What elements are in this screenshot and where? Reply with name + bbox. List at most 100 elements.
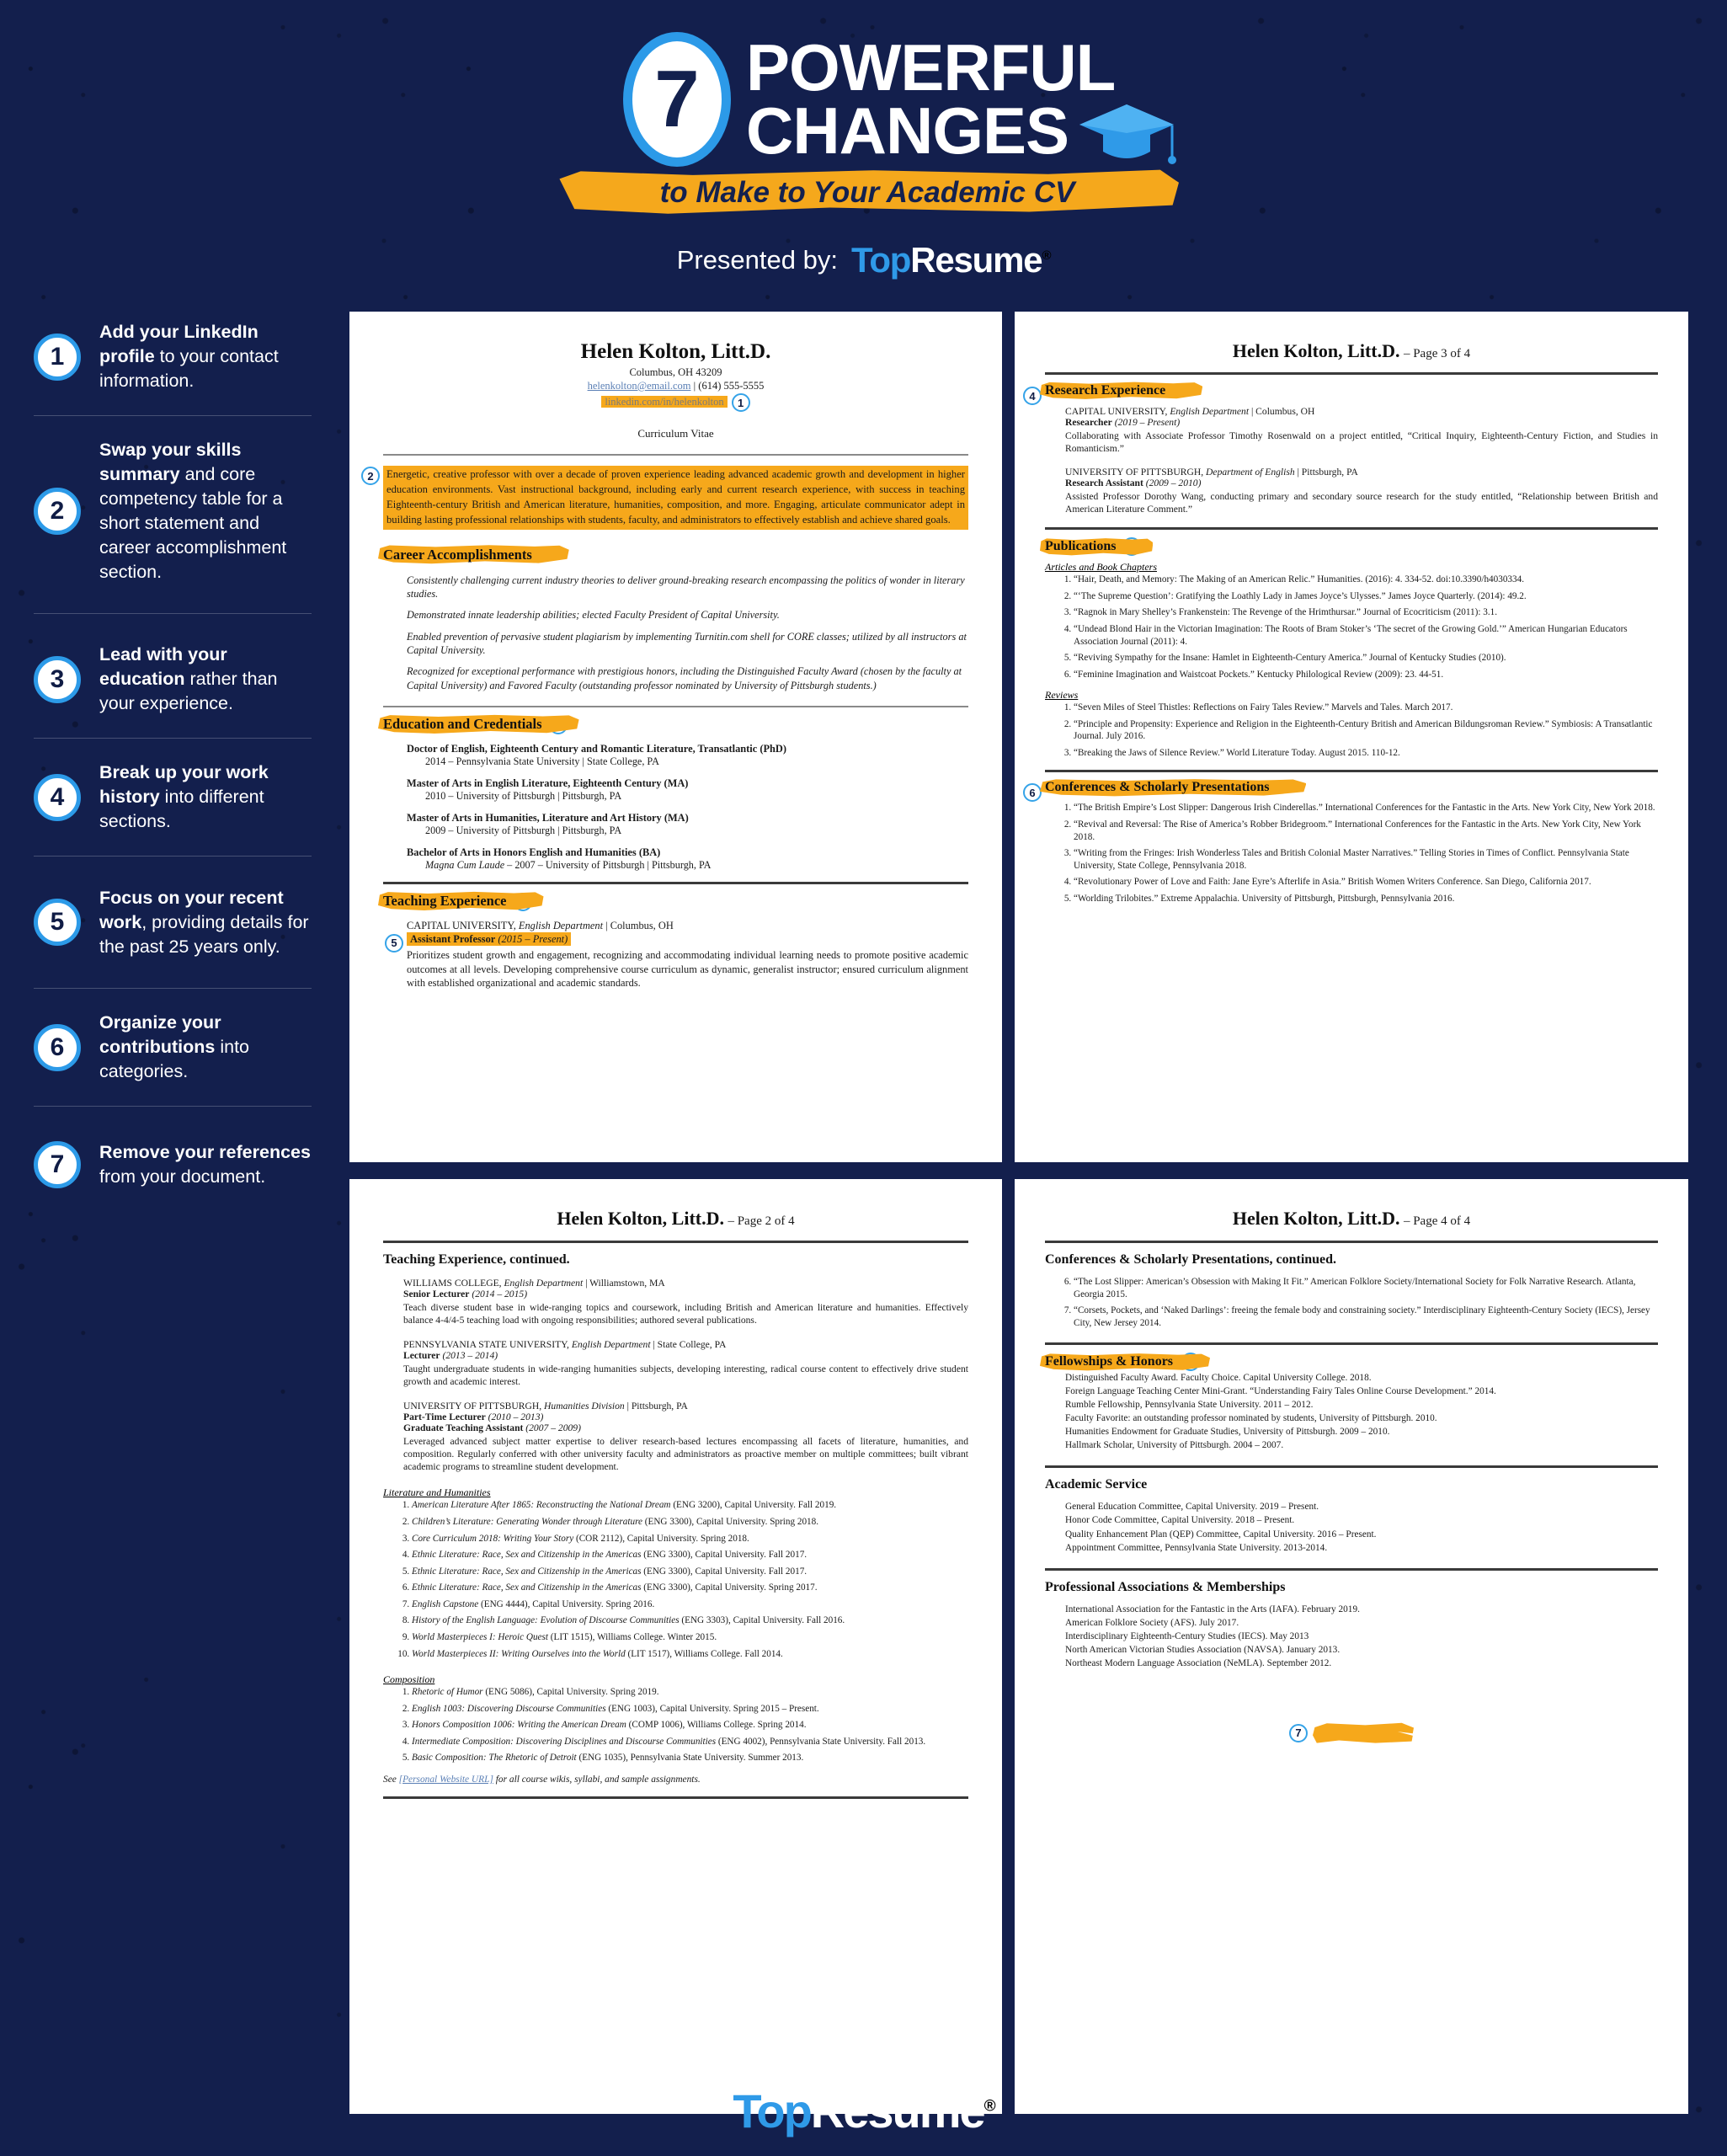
list-item: “Ragnok in Mary Shelley’s Frankenstein: … xyxy=(1074,606,1658,619)
course-title: Rhetoric of Humor xyxy=(412,1687,483,1698)
career-accomplishments-list: Consistently challenging current industr… xyxy=(407,574,968,692)
list-item: Core Curriculum 2018: Writing Your Story… xyxy=(412,1533,968,1545)
role-title-line: Part-Time Lecturer (2010 – 2013) xyxy=(403,1412,968,1422)
role-department: English Department xyxy=(568,1339,651,1351)
course-title: American Literature After 1865: Reconstr… xyxy=(412,1500,671,1511)
tip-text: Focus on your recent work, providing det… xyxy=(99,886,312,959)
list-item: Distinguished Faculty Award. Faculty Cho… xyxy=(1065,1373,1372,1384)
tip-text: Organize your contributions into categor… xyxy=(99,1011,312,1084)
cv-location: Columbus, OH 43209 xyxy=(629,366,722,378)
research-entry: CAPITAL UNIVERSITY, English Department |… xyxy=(1065,406,1658,455)
hero-title-line2: CHANGES xyxy=(746,93,1069,168)
role-dates: (2010 – 2013) xyxy=(485,1412,544,1423)
career-accomplishments-heading-label: Career Accomplishments xyxy=(383,546,532,563)
marker-1-icon: 1 xyxy=(731,393,750,412)
cv-page-1[interactable]: Helen Kolton, Litt.D. Columbus, OH 43209 h… xyxy=(349,312,1002,1162)
role-entry: WILLIAMS COLLEGE, English Department | W… xyxy=(403,1278,968,1326)
conferences-heading: Conferences & Scholarly Presentations xyxy=(1045,780,1269,795)
hero-title-group: 7 POWERFUL CHANGES xyxy=(623,32,1116,168)
career-accomplishments-heading: Career Accomplishments xyxy=(383,547,532,563)
teaching-continued-heading: Teaching Experience, continued. xyxy=(383,1252,570,1267)
role-title: Lecturer xyxy=(403,1350,440,1362)
course-detail: (ENG 1003), Capital University. Spring 2… xyxy=(605,1703,819,1714)
role-title: Researcher xyxy=(1065,417,1112,428)
publications-heading-label: Publications xyxy=(1045,539,1117,554)
tip-number-badge: 1 xyxy=(34,333,81,381)
website-note-suffix: for all course wikis, syllabi, and sampl… xyxy=(493,1774,701,1785)
role-description: Teach diverse student base in wide-rangi… xyxy=(403,1302,968,1326)
associations-heading: Professional Associations & Memberships xyxy=(1045,1579,1286,1594)
course-detail: (LIT 1515), Williams College. Winter 201… xyxy=(547,1631,717,1642)
hero-subtitle: to Make to Your Academic CV xyxy=(659,176,1075,209)
cv-summary-text: Energetic, creative professor with over … xyxy=(383,466,968,530)
role-description: Collaborating with Associate Professor T… xyxy=(1065,430,1658,455)
course-detail: (ENG 3303), Capital University. Fall 201… xyxy=(679,1615,845,1626)
cv-email[interactable]: helenkolton@email.com xyxy=(588,380,691,392)
tip-divider xyxy=(34,613,312,615)
tip-item-6: 6 Organize your contributions into catego… xyxy=(34,1011,312,1084)
personal-website-link[interactable]: [Personal Website URL] xyxy=(399,1774,493,1785)
list-item: American Folklore Society (AFS). July 20… xyxy=(1065,1617,1239,1628)
marker-5-icon: 5 xyxy=(385,933,403,953)
research-experience-heading-label: Research Experience xyxy=(1045,383,1166,398)
list-item: “The British Empire’s Lost Slipper: Dang… xyxy=(1074,802,1658,814)
literature-courses-list: American Literature After 1865: Reconstr… xyxy=(383,1499,968,1660)
conferences-continued-list: “The Lost Slipper: American’s Obsession … xyxy=(1045,1276,1658,1329)
tip-number-badge: 4 xyxy=(34,773,81,821)
role-location: | Pittsburgh, PA xyxy=(1294,467,1358,478)
tip-text-bold: Organize your contributions xyxy=(99,1012,221,1058)
course-title: Children’s Literature: Generating Wonder… xyxy=(412,1517,642,1527)
role-org-line: CAPITAL UNIVERSITY, English Department |… xyxy=(407,920,968,932)
course-title: Ethnic Literature: Race, Sex and Citizen… xyxy=(412,1582,642,1593)
education-entry: Master of Arts in Humanities, Literature… xyxy=(407,812,968,837)
role-title-line: Researcher (2019 – Present) xyxy=(1065,417,1658,428)
list-item: Rumble Fellowship, Pennsylvania State Un… xyxy=(1065,1400,1314,1411)
list-item: Appointment Committee, Pennsylvania Stat… xyxy=(1065,1542,1328,1553)
list-item: Basic Composition: The Rhetoric of Detro… xyxy=(412,1752,968,1764)
tip-number-badge: 2 xyxy=(34,488,81,536)
degree-title: Doctor of English, Eighteenth Century an… xyxy=(407,742,786,755)
course-title: Core Curriculum 2018: Writing Your Story xyxy=(412,1533,574,1544)
logo-top-text: Top xyxy=(850,240,911,280)
roles-list: WILLIAMS COLLEGE, English Department | W… xyxy=(403,1278,968,1473)
role-title: Research Assistant xyxy=(1065,478,1143,489)
course-title: World Masterpieces II: Writing Ourselves… xyxy=(412,1648,626,1659)
course-detail: (COMP 1006), Williams College. Spring 20… xyxy=(626,1720,807,1731)
education-entry: Master of Arts in English Literature, Ei… xyxy=(407,777,968,803)
section-divider xyxy=(383,1241,968,1243)
cv-page-3[interactable]: Helen Kolton, Litt.D. – Page 3 of 4 4 Rese… xyxy=(1015,312,1688,1162)
list-item: American Literature After 1865: Reconstr… xyxy=(412,1499,968,1512)
course-detail: (LIT 1517), Williams College. Fall 2014. xyxy=(625,1648,783,1659)
cv-owner-name: Helen Kolton, Litt.D. xyxy=(580,340,771,363)
fellowships-heading: Fellowships & Honors xyxy=(1045,1354,1173,1369)
tip-text: Remove your references from your documen… xyxy=(99,1140,312,1189)
course-title: Ethnic Literature: Race, Sex and Citizen… xyxy=(412,1566,642,1577)
list-item: “Hair, Death, and Memory: The Making of … xyxy=(1074,574,1658,586)
logo-resume-text: Resume xyxy=(910,240,1042,280)
role-location: | Columbus, OH xyxy=(603,919,674,931)
footer-logo-registered-mark: ® xyxy=(983,2096,996,2115)
list-item: General Education Committee, Capital Uni… xyxy=(1065,1502,1319,1513)
course-title: Honors Composition 1006: Writing the Ame… xyxy=(412,1720,626,1731)
education-list: Doctor of English, Eighteenth Century an… xyxy=(407,743,968,872)
logo-registered-mark: ® xyxy=(1042,248,1051,263)
cv-page-4[interactable]: Helen Kolton, Litt.D. – Page 4 of 4 Confe… xyxy=(1015,1179,1688,2114)
academic-service-list: General Education Committee, Capital Uni… xyxy=(1065,1500,1658,1554)
degree-detail: 2009 – University of Pittsburgh | Pittsb… xyxy=(425,825,968,837)
degree-detail-text: 2009 – University of Pittsburgh | Pittsb… xyxy=(425,824,622,836)
hero-title: POWERFUL CHANGES xyxy=(746,35,1116,168)
list-item: “Worlding Trilobites.” Extreme Appalachi… xyxy=(1074,893,1658,905)
role-title-line: Senior Lecturer (2014 – 2015) xyxy=(403,1289,968,1299)
list-item: Humanities Endowment for Graduate Studie… xyxy=(1065,1427,1390,1438)
cv-linkedin[interactable]: linkedin.com/in/helenkolton xyxy=(601,396,728,408)
role-department: English Department xyxy=(1167,406,1250,417)
conferences-continued-heading: Conferences & Scholarly Presentations, c… xyxy=(1045,1252,1337,1267)
research-list: CAPITAL UNIVERSITY, English Department |… xyxy=(1065,406,1658,515)
cv-page-2[interactable]: Helen Kolton, Litt.D. – Page 2 of 4 Teach… xyxy=(349,1179,1002,2114)
page-header: Helen Kolton, Litt.D. – Page 2 of 4 xyxy=(383,1208,968,1230)
role-dates: (2013 – 2014) xyxy=(440,1350,498,1362)
degree-title: Master of Arts in Humanities, Literature… xyxy=(407,811,689,824)
list-item: “Feminine Imagination and Waistcoat Pock… xyxy=(1074,669,1658,681)
section-divider xyxy=(383,1796,968,1799)
role-description: Leveraged advanced subject matter expert… xyxy=(403,1436,968,1473)
